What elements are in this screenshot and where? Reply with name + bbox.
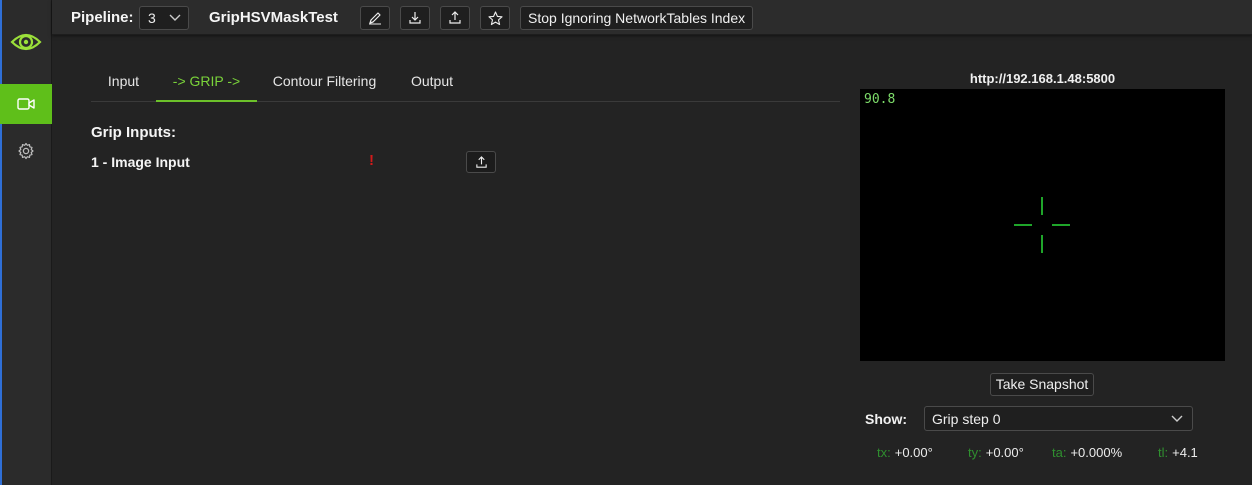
upload-icon [475, 155, 487, 168]
tab-grip[interactable]: -> GRIP -> [156, 64, 257, 102]
star-icon [487, 10, 503, 25]
take-snapshot-button[interactable]: Take Snapshot [990, 373, 1094, 396]
stat-tx: tx: +0.00° [877, 445, 933, 460]
sidebar [0, 0, 52, 485]
chevron-down-icon [169, 14, 181, 21]
grip-input-label: 1 - Image Input [91, 154, 190, 170]
pipeline-index: 3 [148, 10, 156, 26]
stat-ta-key: ta: [1052, 445, 1067, 460]
limelight-logo-icon[interactable] [10, 26, 42, 58]
tab-input[interactable]: Input [91, 64, 156, 102]
tab-contour-filtering[interactable]: Contour Filtering [257, 64, 392, 102]
grip-input-upload-button[interactable] [466, 151, 496, 173]
show-select[interactable]: Grip step 0 [924, 406, 1193, 431]
pencil-icon [369, 12, 381, 25]
stat-ty-key: ty: [968, 445, 982, 460]
pipeline-label: Pipeline: [71, 9, 134, 26]
stat-ty-value: +0.00° [985, 445, 1024, 460]
pipeline-select[interactable]: 3 [139, 6, 189, 30]
stat-tl: tl: +4.1 [1158, 445, 1198, 460]
upload-pipeline-button[interactable] [440, 6, 470, 30]
grip-inputs-title: Grip Inputs: [91, 124, 176, 141]
edit-pipeline-button[interactable] [360, 6, 390, 30]
pipeline-tabs: Input -> GRIP -> Contour Filtering Outpu… [91, 64, 840, 102]
stat-tx-value: +0.00° [894, 445, 933, 460]
download-icon [409, 12, 421, 24]
show-label: Show: [865, 411, 907, 427]
stat-tl-value: +4.1 [1172, 445, 1198, 460]
stop-ignoring-networktables-button[interactable]: Stop Ignoring NetworkTables Index [520, 6, 754, 30]
sidebar-item-camera[interactable] [0, 84, 52, 124]
stat-tx-key: tx: [877, 445, 891, 460]
upload-icon [449, 11, 461, 24]
download-pipeline-button[interactable] [400, 6, 430, 30]
gear-icon [18, 142, 34, 160]
sidebar-edge [0, 0, 2, 485]
crosshair-icon [1014, 197, 1070, 253]
stat-ta: ta: +0.000% [1052, 445, 1122, 460]
stat-ty: ty: +0.00° [968, 445, 1024, 460]
camera-icon [17, 98, 35, 110]
pipeline-name: GripHSVMaskTest [209, 9, 338, 26]
grip-input-warning: ! [369, 152, 374, 169]
stat-tl-key: tl: [1158, 445, 1169, 460]
tab-output[interactable]: Output [392, 64, 472, 102]
sidebar-item-settings[interactable] [0, 131, 52, 171]
camera-stream[interactable]: 90.8 [860, 89, 1225, 361]
stat-ta-value: +0.000% [1070, 445, 1123, 460]
top-bar: Pipeline: 3 GripHSVMaskTest Stop Ignorin… [52, 0, 1252, 35]
chevron-down-icon [1171, 415, 1183, 422]
stream-url[interactable]: http://192.168.1.48:5800 [860, 71, 1225, 86]
show-value: Grip step 0 [932, 411, 1001, 427]
favorite-pipeline-button[interactable] [480, 6, 510, 30]
